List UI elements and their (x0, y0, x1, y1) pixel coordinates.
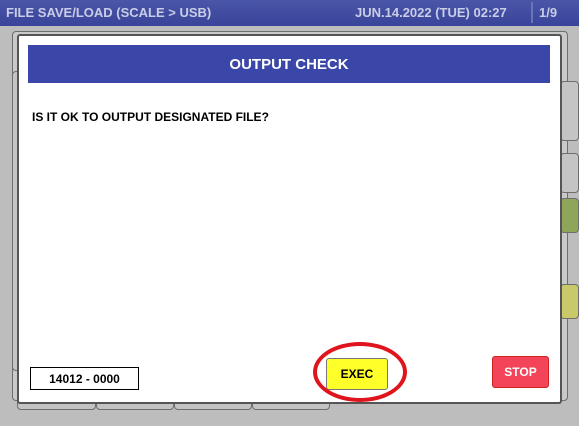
dialog-message: IS IT OK TO OUTPUT DESIGNATED FILE? (32, 110, 269, 124)
file-range-display: 14012 - 0000 (30, 367, 139, 390)
exec-button[interactable]: EXEC (326, 358, 388, 390)
page-indicator: 1/9 (539, 5, 558, 20)
background-tab (560, 81, 579, 141)
dialog-title: OUTPUT CHECK (28, 45, 550, 83)
stop-button[interactable]: STOP (492, 356, 549, 388)
status-bar: FILE SAVE/LOAD (SCALE > USB) JUN.14.2022… (0, 0, 579, 26)
date-time: JUN.14.2022 (TUE) 02:27 (355, 5, 507, 20)
background-tab (560, 284, 579, 319)
output-check-dialog: OUTPUT CHECK IS IT OK TO OUTPUT DESIGNAT… (17, 34, 562, 404)
background-tab (560, 153, 579, 193)
screen-title: FILE SAVE/LOAD (SCALE > USB) (6, 5, 212, 20)
background-tab (560, 198, 579, 233)
